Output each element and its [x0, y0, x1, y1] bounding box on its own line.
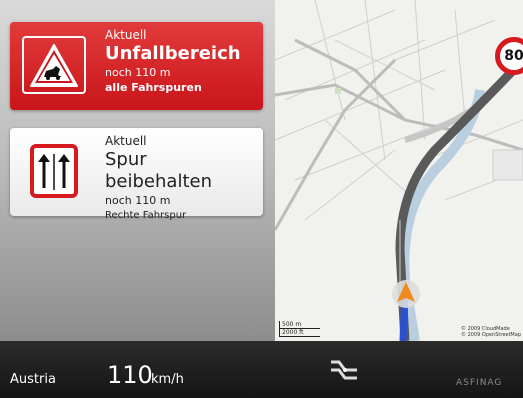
accident-warning-card[interactable]: Aktuell Unfallbereich noch 110 m alle Fa… [10, 22, 263, 110]
brand-logo: ASFINAG [456, 378, 503, 388]
lane-label: Aktuell [105, 134, 147, 148]
scale-meters: 500 m [279, 321, 320, 329]
lane-distance: noch 110 m [105, 194, 171, 207]
status-bar: Austria 110 km/h ASFINAG [0, 341, 523, 398]
warning-detail: alle Fahrspuren [105, 81, 202, 94]
map-view[interactable]: 80 500 m 2000 ft © 2009 CloudMade © 2009… [275, 0, 523, 341]
map-attribution: © 2009 CloudMade © 2009 OpenStreetMap [461, 326, 521, 338]
lane-title: Spur beibehalten [105, 149, 212, 192]
attribution-osm: © 2009 OpenStreetMap [460, 332, 521, 338]
keep-lane-card[interactable]: Aktuell Spur beibehalten noch 110 m Rech… [10, 128, 263, 221]
keep-lane-icon [22, 142, 86, 200]
current-speed: 110 [107, 361, 153, 389]
map-scale: 500 m 2000 ft [279, 321, 320, 337]
warning-label: Aktuell [105, 28, 147, 42]
country-label: Austria [10, 372, 56, 387]
scale-feet: 2000 ft [279, 329, 320, 337]
speed-unit: km/h [151, 372, 184, 387]
left-panel: Aktuell Unfallbereich noch 110 m alle Fa… [0, 0, 275, 341]
warning-title: Unfallbereich [105, 43, 241, 64]
lane-detail: Rechte Fahrspur [105, 210, 187, 221]
accident-warning-icon [22, 36, 86, 94]
speed-limit-value: 80 [504, 48, 523, 64]
warning-distance: noch 110 m [105, 66, 171, 79]
map-canvas [275, 0, 523, 341]
route-icon[interactable] [327, 358, 361, 382]
